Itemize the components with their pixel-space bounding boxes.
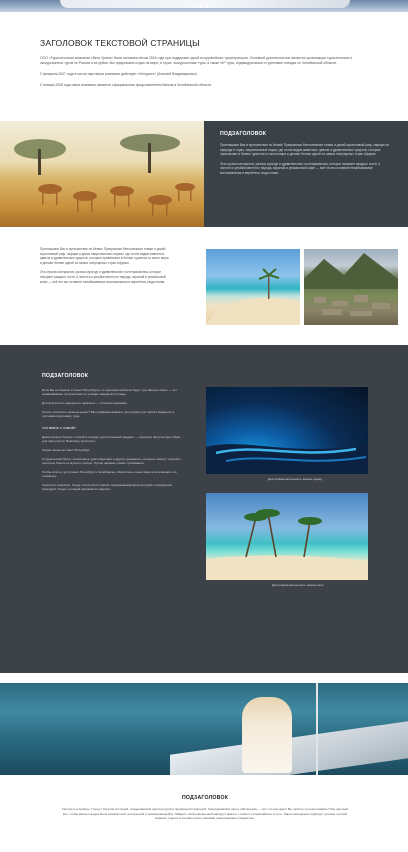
slider-dot-active[interactable] xyxy=(199,5,203,8)
section-paragraph: Эта страна контрастов, разных культур и … xyxy=(40,270,166,284)
intro-paragraph: С января 2008 года наша компания являетс… xyxy=(40,83,213,87)
yacht-banner-image xyxy=(0,683,408,775)
yacht-mast xyxy=(316,683,318,775)
section-paragraph: Для быстрого и недорогого перелета — отл… xyxy=(42,401,128,405)
kenya-text: Приглашаем Вас в путешествие по Кении! П… xyxy=(40,247,170,289)
section-heading: ПОДЗАГОЛОВОК xyxy=(181,795,229,801)
dark-section-text: Если Вы не бывали в Санкт-Петербурге, то… xyxy=(42,388,182,496)
slider-pagination xyxy=(193,5,215,8)
intro-section: ЗАГОЛОВОК ТЕКСТОВОЙ СТРАНИЦЫ ООО «Турист… xyxy=(40,38,370,94)
section-paragraph: Эта страна контрастов, разных культур и … xyxy=(220,161,381,175)
section-paragraph: Если Вы не бывали в Санкт-Петербурге, то… xyxy=(42,388,178,397)
slider-dot[interactable] xyxy=(193,5,197,8)
savanna-image xyxy=(0,121,204,227)
section-heading: ПОДЗАГОЛОВОК xyxy=(42,373,89,379)
savanna-section: ПОДЗАГОЛОВОК Приглашаем Вас в путешестви… xyxy=(0,121,408,227)
glowing-beach-image xyxy=(206,387,368,474)
section-paragraph: Смотреть в выборе. Город с богатой истор… xyxy=(61,807,349,821)
section-paragraph: Тонкие вещи на Санкт-Петербург xyxy=(42,448,90,452)
section-paragraph: Даже налегке берите с собой в поездку од… xyxy=(42,435,181,444)
ruins-illustration xyxy=(304,253,398,316)
section-paragraph: Смотрите в выборе. Город с богатой истор… xyxy=(42,482,172,491)
section-heading: ПОДЗАГОЛОВОК xyxy=(220,131,267,137)
kenya-section: Приглашаем Вас в путешествие по Кении! П… xyxy=(0,247,408,325)
image-caption: Достопримечательность южных одежд xyxy=(268,477,322,481)
savanna-text-panel: ПОДЗАГОЛОВОК Приглашаем Вас в путешестви… xyxy=(204,121,408,227)
section-paragraph: Студенческий билет, пенсионное удостовер… xyxy=(42,456,182,465)
intro-paragraph: С февраля 2007 года в числе партнеров ко… xyxy=(40,72,198,76)
image-caption: Достопримечательность южных мест xyxy=(272,583,324,587)
hero-slider[interactable] xyxy=(0,0,408,12)
tropical-beach-image xyxy=(206,493,368,580)
slider-dot[interactable] xyxy=(205,5,209,8)
beach-illustration xyxy=(206,268,300,325)
person-figure xyxy=(242,697,292,773)
palms-illustration xyxy=(206,509,368,580)
glowing-shore-illustration xyxy=(206,444,368,474)
page-title: ЗАГОЛОВОК ТЕКСТОВОЙ СТРАНИЦЫ xyxy=(40,38,200,48)
section-paragraph: Приглашаем Вас в путешествие по Кении! П… xyxy=(220,143,389,157)
slider-dot[interactable] xyxy=(211,5,215,8)
dark-section: ПОДЗАГОЛОВОК Если Вы не бывали в Санкт-П… xyxy=(0,345,408,673)
mountain-ruins-image xyxy=(304,249,398,325)
section-subheading: ЧТО ВЗЯТЬ С СОБОЙ? xyxy=(42,426,76,431)
beach-image xyxy=(206,249,300,325)
section-paragraph: Приглашаем Вас в путешествие по Кении! П… xyxy=(40,247,169,265)
antelopes-illustration xyxy=(14,134,195,216)
intro-paragraph: ООО «Туристическая компания «Весь Урала»… xyxy=(40,56,353,65)
section-paragraph: Хотите потратить меньше денег? Мы подбер… xyxy=(42,409,175,418)
footer-text-section: ПОДЗАГОЛОВОК Смотреть в выборе. Город с … xyxy=(60,795,350,821)
section-paragraph: Чтобы купить тур в Санкт-Петербург в Чел… xyxy=(42,469,177,478)
